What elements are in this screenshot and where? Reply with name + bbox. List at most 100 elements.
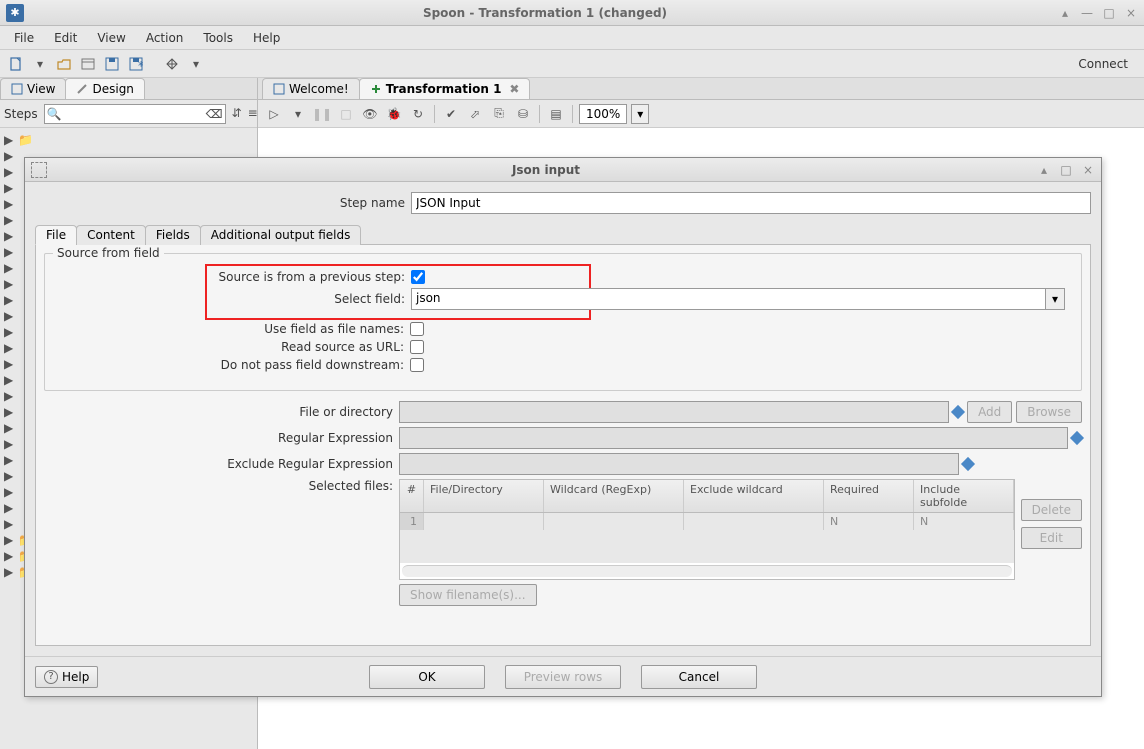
explore-db-icon[interactable]: ⛁ <box>513 104 533 124</box>
expand-all-icon[interactable]: ⇵ <box>232 106 242 122</box>
use-field-fn-label: Use field as file names: <box>55 322 410 336</box>
show-results-icon[interactable]: ▤ <box>546 104 566 124</box>
tab-content[interactable]: Content <box>76 225 146 245</box>
search-field[interactable] <box>61 107 206 120</box>
maximize-icon[interactable]: □ <box>1102 6 1116 20</box>
dialog-icon <box>31 162 47 178</box>
read-url-checkbox[interactable] <box>410 340 424 354</box>
file-dir-input <box>399 401 949 423</box>
json-input-dialog: Json input ▴ □ × Step name File Content … <box>24 157 1102 697</box>
cancel-button[interactable]: Cancel <box>641 665 757 689</box>
selected-files-table[interactable]: # File/Directory Wildcard (RegExp) Exclu… <box>399 479 1015 580</box>
menu-tools[interactable]: Tools <box>195 29 241 47</box>
dialog-tabs: File Content Fields Additional output fi… <box>35 224 1091 245</box>
close-icon[interactable]: × <box>1124 6 1138 20</box>
read-url-label: Read source as URL: <box>55 340 410 354</box>
dialog-titlebar: Json input ▴ □ × <box>25 158 1101 182</box>
step-name-input[interactable] <box>411 192 1091 214</box>
source-prev-checkbox[interactable] <box>411 270 425 284</box>
save-icon[interactable] <box>102 54 122 74</box>
preview-icon[interactable]: 👁 <box>360 104 380 124</box>
dialog-title: Json input <box>55 163 1037 177</box>
collapse-all-icon[interactable]: ≡ <box>248 106 258 122</box>
debug-icon[interactable]: 🐞 <box>384 104 404 124</box>
no-pass-checkbox[interactable] <box>410 358 424 372</box>
tab-additional[interactable]: Additional output fields <box>200 225 362 245</box>
tab-file[interactable]: File <box>35 225 77 245</box>
select-field-value[interactable]: json <box>411 288 1045 310</box>
select-field-dropdown[interactable]: ▾ <box>1045 288 1065 310</box>
source-from-field-group: Source from field Source is from a previ… <box>44 253 1082 391</box>
dialog-footer: ? Help OK Preview rows Cancel <box>25 656 1101 696</box>
clear-icon[interactable]: ⌫ <box>206 107 223 121</box>
tab-welcome-label: Welcome! <box>289 82 349 96</box>
regex-input <box>399 427 1068 449</box>
tab-fields[interactable]: Fields <box>145 225 201 245</box>
browse-button: Browse <box>1016 401 1082 423</box>
editor-toolbar: ▷ ▾ ❚❚ □ 👁 🐞 ↻ ✔ ⬀ ⎘ ⛁ ▤ 100% ▾ <box>258 100 1144 128</box>
window-titlebar: ✱ Spoon - Transformation 1 (changed) ▴ —… <box>0 0 1144 26</box>
ex-regex-label: Exclude Regular Expression <box>44 457 399 471</box>
search-icon: 🔍 <box>47 107 61 121</box>
menu-help[interactable]: Help <box>245 29 288 47</box>
explore-icon[interactable] <box>78 54 98 74</box>
regex-label: Regular Expression <box>44 431 399 445</box>
tab-view[interactable]: View <box>0 78 66 99</box>
select-field-label: Select field: <box>211 292 411 306</box>
tab-design[interactable]: Design <box>65 78 144 99</box>
menu-edit[interactable]: Edit <box>46 29 85 47</box>
step-name-label: Step name <box>35 196 405 210</box>
close-icon[interactable]: × <box>1081 163 1095 177</box>
help-button[interactable]: ? Help <box>35 666 98 688</box>
rollup-icon[interactable]: ▴ <box>1058 6 1072 20</box>
source-prev-label: Source is from a previous step: <box>211 270 411 284</box>
view-icon <box>11 83 23 95</box>
design-icon <box>76 83 88 95</box>
tab-welcome[interactable]: Welcome! <box>262 78 360 99</box>
tab-transformation[interactable]: Transformation 1 ✖ <box>359 78 531 99</box>
minimize-icon[interactable]: — <box>1080 6 1094 20</box>
chevron-down-icon[interactable]: ▾ <box>30 54 50 74</box>
table-row[interactable]: 1 N N <box>400 513 1014 530</box>
sql-icon[interactable]: ⎘ <box>489 104 509 124</box>
steps-label: Steps <box>4 107 38 121</box>
stop-icon[interactable]: □ <box>336 104 356 124</box>
chevron-down-icon[interactable]: ▾ <box>186 54 206 74</box>
ex-regex-input <box>399 453 959 475</box>
menu-file[interactable]: File <box>6 29 42 47</box>
open-icon[interactable] <box>54 54 74 74</box>
connect-link[interactable]: Connect <box>1078 57 1138 71</box>
tree-item[interactable]: ▶📁 <box>2 132 255 148</box>
welcome-icon <box>273 83 285 95</box>
sel-files-label: Selected files: <box>44 479 399 493</box>
zoom-value: 100% <box>586 107 620 121</box>
highlight-box: Source is from a previous step: Select f… <box>205 264 591 320</box>
perspective-icon[interactable] <box>162 54 182 74</box>
col-required: Required <box>824 480 914 512</box>
verify-icon[interactable]: ✔ <box>441 104 461 124</box>
impact-icon[interactable]: ⬀ <box>465 104 485 124</box>
preview-button: Preview rows <box>505 665 621 689</box>
ok-button[interactable]: OK <box>369 665 485 689</box>
add-button: Add <box>967 401 1012 423</box>
group-title: Source from field <box>53 246 164 260</box>
save-as-icon[interactable]: * <box>126 54 146 74</box>
zoom-dropdown[interactable]: ▾ <box>631 104 649 124</box>
replay-icon[interactable]: ↻ <box>408 104 428 124</box>
search-input[interactable]: 🔍 ⌫ <box>44 104 226 124</box>
variable-icon <box>961 457 975 471</box>
use-field-fn-checkbox[interactable] <box>410 322 424 336</box>
run-menu-icon[interactable]: ▾ <box>288 104 308 124</box>
maximize-icon[interactable]: □ <box>1059 163 1073 177</box>
run-icon[interactable]: ▷ <box>264 104 284 124</box>
new-file-icon[interactable] <box>6 54 26 74</box>
col-wildcard: Wildcard (RegExp) <box>544 480 684 512</box>
close-tab-icon[interactable]: ✖ <box>509 82 519 96</box>
zoom-input[interactable]: 100% <box>579 104 627 124</box>
rollup-icon[interactable]: ▴ <box>1037 163 1051 177</box>
menu-view[interactable]: View <box>89 29 133 47</box>
menu-action[interactable]: Action <box>138 29 192 47</box>
pause-icon[interactable]: ❚❚ <box>312 104 332 124</box>
h-scrollbar[interactable] <box>402 565 1012 577</box>
help-label: Help <box>62 670 89 684</box>
